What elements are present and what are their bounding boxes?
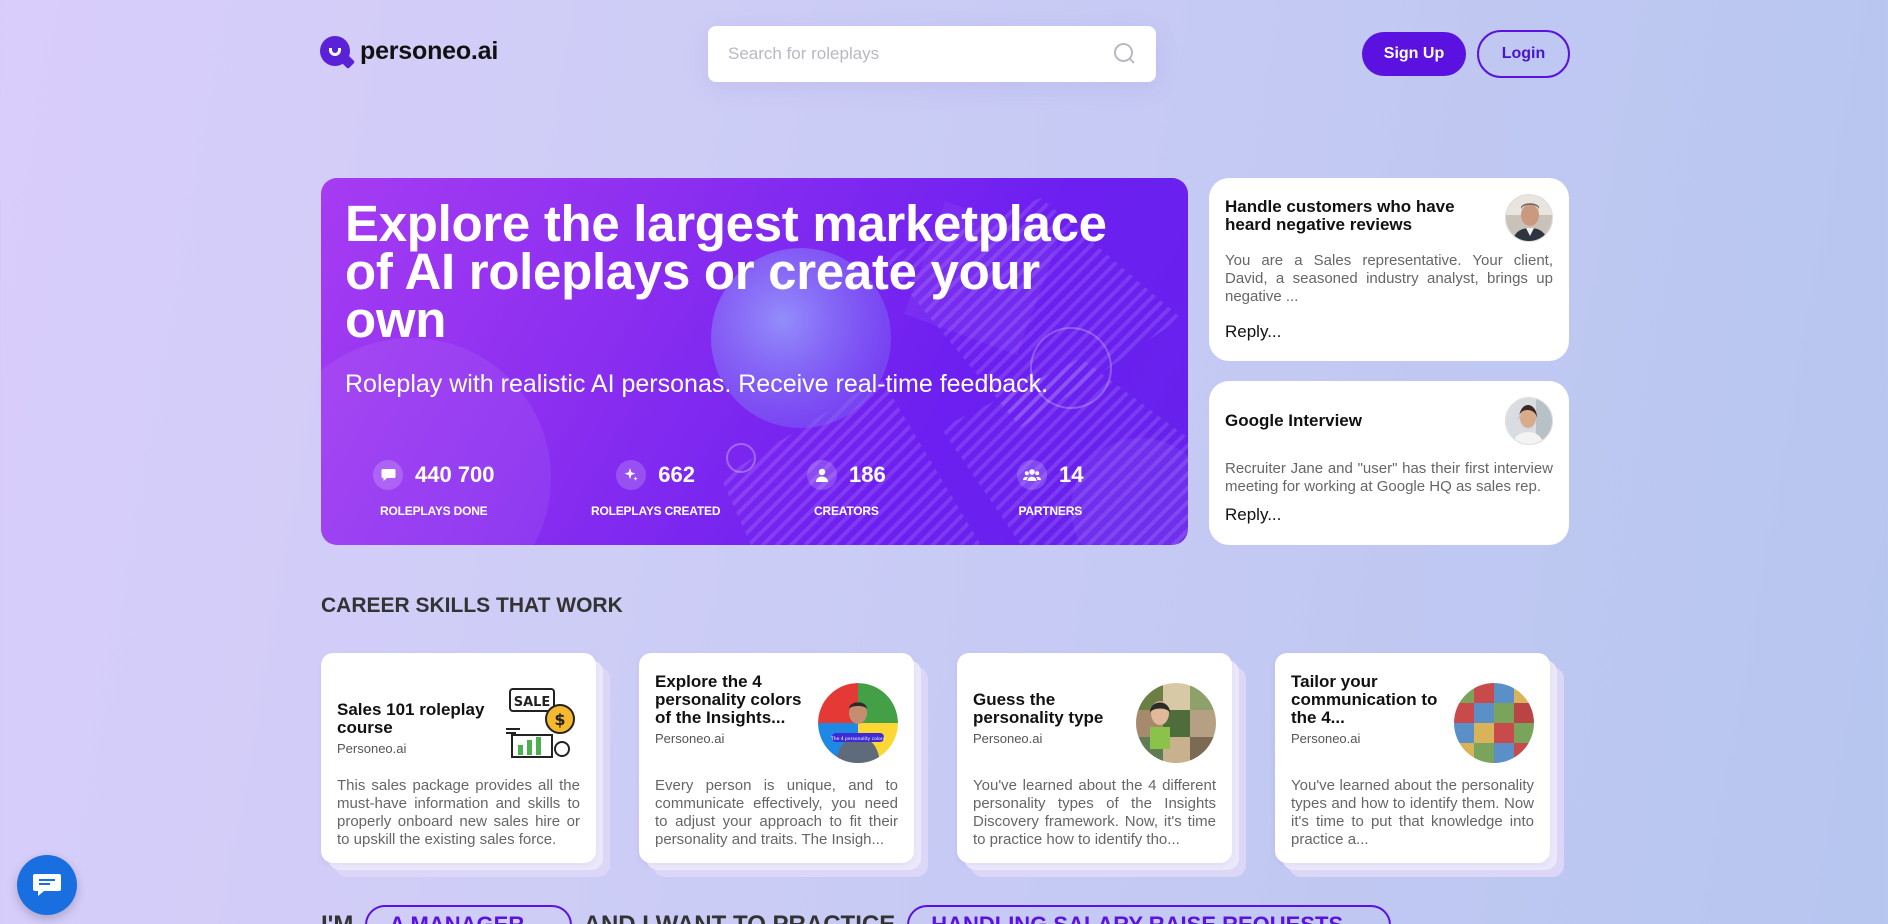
brand-name: personeo.ai [360, 36, 499, 65]
course-card[interactable]: Sales 101 roleplay course Personeo.ai SA… [321, 653, 610, 877]
chevron-down-icon: ⌄ [534, 915, 547, 924]
stat-label: ROLEPLAYS DONE [380, 504, 488, 518]
stat-label: ROLEPLAYS CREATED [591, 504, 721, 518]
reply-link[interactable]: Reply... [1225, 322, 1281, 342]
stat-value: 186 [849, 462, 886, 487]
role-dropdown-value: A MANAGER [389, 912, 524, 924]
roleplay-description: Recruiter Jane and "user" has their firs… [1225, 460, 1553, 495]
course-title: Guess the personality type [973, 690, 1104, 727]
persona-avatar [1505, 194, 1553, 242]
course-description: You've learned about the 4 different per… [973, 777, 1216, 848]
roleplay-card[interactable]: Google Interview Recruiter Jane and "use… [1209, 381, 1569, 545]
search-icon[interactable] [1114, 43, 1136, 65]
chat-widget-button[interactable] [17, 855, 77, 915]
brand-logo[interactable]: personeo.ai [320, 36, 498, 66]
personality-collage-image [1136, 683, 1216, 763]
roleplay-description: You are a Sales representative. Your cli… [1225, 252, 1553, 305]
course-card[interactable]: Explore the 4 personality colors of the … [639, 653, 928, 877]
chat-icon [373, 460, 403, 490]
persona-avatar [1505, 397, 1553, 445]
course-title: Tailor your communication to the 4... [1291, 672, 1438, 727]
hero-banner: Explore the largest marketplace of AI ro… [321, 178, 1188, 545]
stat-label: PARTNERS [1018, 504, 1082, 518]
stat-roleplays-created: 662 ROLEPLAYS CREATED [591, 460, 720, 518]
hero-subtitle: Roleplay with realistic AI personas. Rec… [345, 370, 1049, 398]
svg-text:SALE: SALE [514, 695, 551, 710]
image-caption: The 4 personality colors [830, 736, 886, 742]
course-card[interactable]: Tailor your communication to the 4... Pe… [1275, 653, 1564, 877]
svg-text:$: $ [554, 710, 565, 729]
course-description: Every person is unique, and to communica… [655, 777, 898, 848]
course-description: You've learned about the personality typ… [1291, 777, 1534, 848]
chevron-down-icon: ⌄ [1353, 915, 1366, 924]
topic-dropdown-value: HANDLING SALARY RAISE REQUESTS [931, 912, 1343, 924]
course-description: This sales package provides all the must… [337, 777, 580, 848]
practice-prefix: I'M [321, 911, 353, 924]
stat-value: 14 [1059, 462, 1084, 487]
person-icon [807, 460, 837, 490]
stat-partners: 14 PARTNERS [1017, 460, 1083, 518]
login-button[interactable]: Login [1477, 30, 1570, 78]
course-title: Explore the 4 personality colors of the … [655, 672, 802, 727]
section-title: CAREER SKILLS THAT WORK [321, 594, 623, 617]
stat-value: 440 700 [415, 462, 495, 487]
roleplay-title: Google Interview [1225, 411, 1362, 430]
roleplay-title: Handle customers who have heard negative… [1225, 197, 1455, 234]
topic-dropdown[interactable]: HANDLING SALARY RAISE REQUESTS ⌄ [907, 905, 1391, 924]
stat-roleplays-done: 440 700 ROLEPLAYS DONE [373, 460, 495, 518]
communication-collage-image [1454, 683, 1534, 763]
stat-creators: 186 CREATORS [807, 460, 886, 518]
roleplay-card[interactable]: Handle customers who have heard negative… [1209, 178, 1569, 361]
sale-illustration-icon: SALE $ [502, 685, 580, 763]
search-input[interactable] [728, 44, 1114, 64]
course-title: Sales 101 roleplay course [337, 700, 485, 737]
personality-colors-image: The 4 personality colors [818, 683, 898, 763]
search-bar[interactable] [708, 26, 1156, 82]
chat-icon [33, 874, 61, 896]
practice-selector: I'M A MANAGER ⌄ AND I WANT TO PRACTICE H… [321, 905, 1391, 924]
signup-button[interactable]: Sign Up [1362, 32, 1466, 76]
logo-icon [320, 36, 350, 66]
stat-label: CREATORS [814, 504, 879, 518]
role-dropdown[interactable]: A MANAGER ⌄ [365, 905, 572, 924]
course-card[interactable]: Guess the personality type Personeo.ai Y… [957, 653, 1246, 877]
sparkle-icon [616, 460, 647, 490]
stat-value: 662 [658, 462, 695, 487]
group-icon [1017, 460, 1047, 490]
reply-link[interactable]: Reply... [1225, 505, 1281, 525]
practice-middle: AND I WANT TO PRACTICE [584, 911, 896, 924]
hero-title: Explore the largest marketplace of AI ro… [345, 195, 1107, 348]
